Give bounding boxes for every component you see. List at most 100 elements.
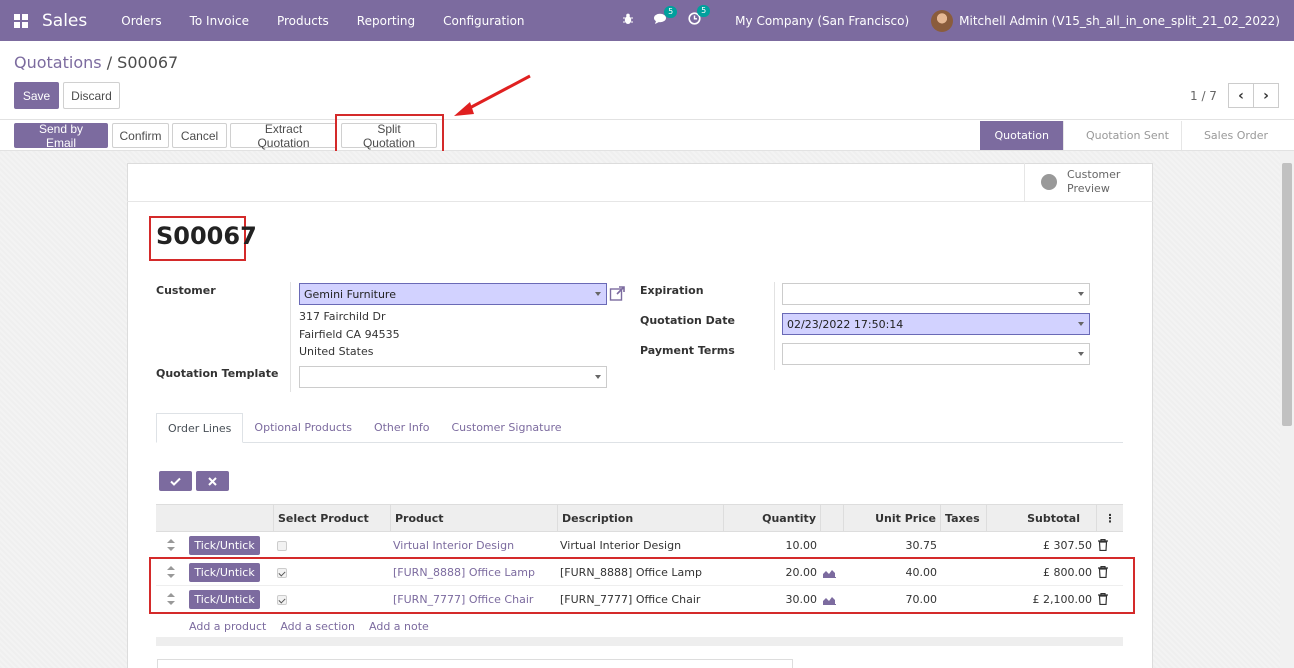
col-taxes[interactable]: Taxes — [940, 505, 986, 532]
menu-orders[interactable]: Orders — [107, 14, 175, 28]
company-switcher[interactable]: My Company (San Francisco) — [735, 14, 909, 28]
tab-customer-signature[interactable]: Customer Signature — [441, 413, 573, 442]
preview-line1: Customer — [1067, 168, 1121, 181]
row-subtotal: £ 307.50 — [1043, 539, 1092, 552]
save-button[interactable]: Save — [14, 82, 59, 109]
chat-badge: 5 — [664, 5, 678, 18]
activity-clock-icon[interactable]: 5 — [688, 5, 711, 29]
breadcrumb-quotations[interactable]: Quotations — [14, 53, 102, 72]
row-product[interactable]: Virtual Interior Design — [393, 532, 514, 559]
table-footer — [156, 637, 1123, 646]
right-separator — [774, 282, 775, 370]
menu-reporting[interactable]: Reporting — [343, 14, 429, 28]
tick-untick-button[interactable]: Tick/Untick — [189, 536, 260, 555]
stage-quotation-sent[interactable]: Quotation Sent — [1062, 121, 1181, 150]
column-options-icon[interactable]: ⋮ — [1096, 505, 1123, 532]
template-field[interactable] — [299, 366, 607, 388]
add-note-link[interactable]: Add a note — [369, 620, 429, 633]
apps-menu-icon[interactable] — [0, 13, 42, 28]
drag-handle-icon[interactable] — [167, 539, 175, 551]
menu-products[interactable]: Products — [263, 14, 343, 28]
add-product-link[interactable]: Add a product — [189, 620, 266, 633]
notebook-tabs: Order Lines Optional Products Other Info… — [156, 413, 1123, 443]
stage-sales-order[interactable]: Sales Order — [1180, 121, 1280, 150]
user-menu[interactable]: Mitchell Admin (V15_sh_all_in_one_split_… — [931, 9, 1280, 32]
tab-optional-products[interactable]: Optional Products — [243, 413, 363, 442]
terms-note-field[interactable] — [157, 659, 793, 668]
globe-icon — [1041, 174, 1057, 190]
pager-prev-button[interactable]: ‹ — [1228, 83, 1254, 108]
col-product[interactable]: Product — [390, 505, 557, 532]
dropdown-caret-icon — [595, 292, 601, 296]
dropdown-caret-icon — [595, 375, 601, 379]
row-quantity[interactable]: 10.00 — [723, 532, 818, 559]
app-name[interactable]: Sales — [42, 11, 87, 31]
col-subtotal[interactable]: Subtotal — [986, 505, 1096, 532]
status-stages: Quotation Quotation Sent Sales Order — [980, 121, 1280, 150]
table-row[interactable]: Tick/Untick Virtual Interior Design Virt… — [156, 532, 1123, 559]
breadcrumb-separator: / — [106, 53, 113, 72]
chevron-left-icon: ‹ — [1238, 87, 1244, 104]
dropdown-caret-icon — [1078, 352, 1084, 356]
customer-field[interactable]: Gemini Furniture — [299, 283, 607, 305]
activity-badge: 5 — [697, 5, 711, 17]
customer-preview-button[interactable]: Customer Preview — [1024, 163, 1152, 201]
record-title: S00067 — [156, 222, 257, 250]
col-description[interactable]: Description — [557, 505, 724, 532]
customer-value: Gemini Furniture — [304, 287, 396, 301]
discard-button[interactable]: Discard — [63, 82, 120, 109]
col-select-product[interactable]: Select Product — [273, 505, 391, 532]
left-separator — [290, 282, 291, 392]
dropdown-caret-icon — [1078, 322, 1084, 326]
trash-icon[interactable] — [1098, 539, 1108, 551]
split-quotation-button[interactable]: Split Quotation — [341, 122, 437, 150]
chat-icon[interactable]: 5 — [654, 5, 678, 29]
stage-quotation[interactable]: Quotation — [980, 121, 1063, 150]
unselect-all-button[interactable] — [196, 471, 229, 491]
user-name: Mitchell Admin (V15_sh_all_in_one_split_… — [959, 13, 1280, 28]
close-icon — [208, 476, 217, 486]
select-all-button[interactable] — [159, 471, 192, 491]
check-icon — [170, 477, 181, 486]
menu-to-invoice[interactable]: To Invoice — [176, 14, 263, 28]
confirm-button[interactable]: Confirm — [112, 123, 169, 148]
external-link-icon[interactable] — [609, 285, 626, 302]
breadcrumb: Quotations / S00067 — [14, 53, 178, 72]
expiration-label: Expiration — [640, 284, 704, 297]
top-navbar: Sales Orders To Invoice Products Reporti… — [0, 0, 1294, 41]
pager-next-button[interactable]: › — [1253, 83, 1279, 108]
quotation-date-field[interactable]: 02/23/2022 17:50:14 — [782, 313, 1090, 335]
dropdown-caret-icon — [1078, 292, 1084, 296]
add-section-link[interactable]: Add a section — [280, 620, 355, 633]
bug-icon[interactable] — [622, 13, 634, 29]
order-lines-header: Select Product Product Description Quant… — [156, 504, 1123, 532]
avatar — [931, 9, 954, 32]
smart-button-box — [127, 163, 1153, 202]
tab-other-info[interactable]: Other Info — [363, 413, 441, 442]
add-line-links: Add a product Add a section Add a note — [189, 620, 429, 633]
send-by-email-button[interactable]: Send by Email — [14, 122, 108, 150]
red-arrow-annotation — [454, 74, 531, 116]
address-street: 317 Fairchild Dr — [299, 310, 386, 323]
payment-terms-field[interactable] — [782, 343, 1090, 365]
breadcrumb-current: S00067 — [117, 53, 179, 72]
select-checkbox[interactable] — [277, 541, 287, 551]
row-description[interactable]: Virtual Interior Design — [560, 532, 681, 559]
expiration-field[interactable] — [782, 283, 1090, 305]
quotation-date-label: Quotation Date — [640, 314, 735, 327]
cancel-button[interactable]: Cancel — [172, 123, 227, 148]
extract-quotation-button[interactable]: Extract Quotation — [230, 122, 337, 150]
menu-configuration[interactable]: Configuration — [429, 14, 538, 28]
col-unit-price[interactable]: Unit Price — [843, 505, 940, 532]
col-quantity[interactable]: Quantity — [723, 505, 820, 532]
row-unit-price[interactable]: 30.75 — [843, 532, 938, 559]
preview-line2: Preview — [1067, 182, 1110, 195]
quotation-date-value: 02/23/2022 17:50:14 — [787, 317, 904, 331]
address-country: United States — [299, 345, 374, 358]
address-city: Fairfield CA 94535 — [299, 328, 400, 341]
selected-rows-highlight-box — [149, 557, 1135, 614]
chevron-right-icon: › — [1263, 87, 1269, 104]
tab-order-lines[interactable]: Order Lines — [156, 413, 244, 443]
scrollbar-thumb[interactable] — [1282, 163, 1292, 426]
pager-value[interactable]: 1 / 7 — [1190, 89, 1217, 103]
